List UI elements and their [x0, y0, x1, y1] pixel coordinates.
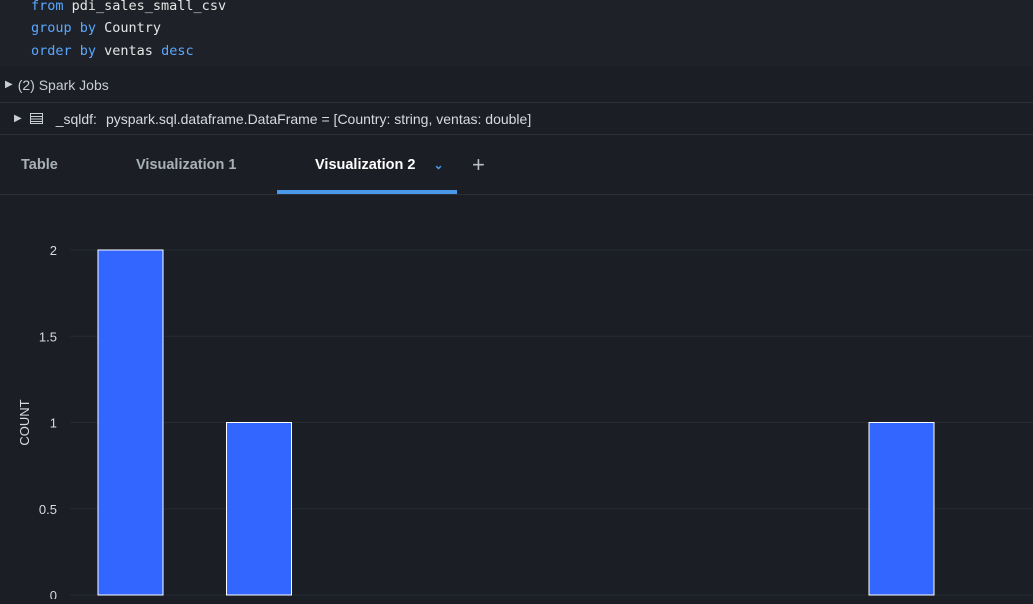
y-tick-label: 0.5 [39, 502, 57, 517]
code-line-order-by: order by ventas desc [31, 43, 194, 59]
spark-jobs-label: (2) Spark Jobs [17, 76, 109, 93]
y-tick-label: 1.5 [39, 329, 57, 344]
tab-visualization-1[interactable]: Visualization 1 [136, 135, 236, 194]
active-tab-indicator [277, 190, 457, 194]
code-line-group-by: group by Country [31, 20, 162, 36]
y-tick-label: 1 [50, 416, 57, 431]
dataframe-name: _sqldf: [55, 110, 97, 127]
add-visualization-button[interactable]: + [472, 135, 485, 194]
chevron-down-icon[interactable]: ⌄ [433, 158, 443, 172]
spark-jobs-toggle[interactable]: ▶ (2) Spark Jobs [0, 67, 1033, 103]
dataframe-schema-row[interactable]: ▶ _sqldf: pyspark.sql.dataframe.DataFram… [0, 103, 1033, 135]
bar[interactable] [868, 422, 935, 596]
code-line-from: from pdi_sales_small_csv [31, 0, 227, 14]
tab-visualization-2[interactable]: Visualization 2 ⌄ [315, 135, 444, 194]
y-tick-label: 0 [50, 588, 57, 599]
chart-canvas: 0 0.5 1 1.5 2 COUNT [17, 243, 1033, 603]
y-tick-label: 2 [50, 243, 57, 258]
expand-triangle-icon: ▶ [14, 113, 22, 124]
expand-triangle-icon: ▶ [5, 79, 13, 90]
code-editor[interactable]: from pdi_sales_small_csv group by Countr… [0, 0, 1033, 67]
table-icon [29, 113, 43, 124]
result-tabs: Table Visualization 1 Visualization 2 ⌄ … [0, 135, 1033, 195]
y-axis-label: COUNT [17, 399, 32, 445]
bar[interactable] [97, 249, 164, 596]
dataframe-schema: pyspark.sql.dataframe.DataFrame = [Count… [105, 110, 532, 127]
bar-chart: 0 0.5 1 1.5 2 COUNT [0, 195, 1033, 603]
bar[interactable] [226, 422, 292, 596]
tab-table[interactable]: Table [21, 135, 58, 194]
